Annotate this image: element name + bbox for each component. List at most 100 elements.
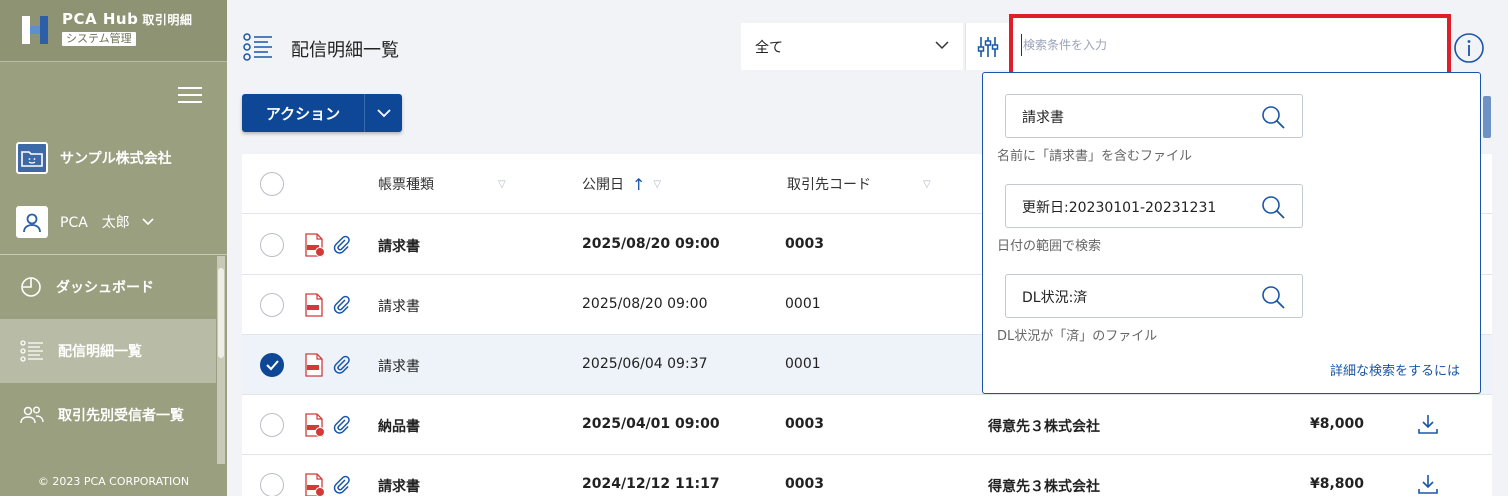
row-checkbox[interactable] (260, 293, 284, 317)
search-icon (1262, 106, 1285, 129)
table-row[interactable]: 納品書 2025/04/01 09:00 0003 得意先３株式会社 ¥8,000 (242, 395, 1492, 455)
sidebar: PCA Hub 取引明細 システム管理 サンプル株式会社 PCA 太郎 ダッシュボ… (0, 0, 227, 496)
list-icon (243, 33, 272, 61)
sidebar-scrollbar[interactable] (217, 256, 225, 464)
cell-type: 請求書 (378, 359, 420, 375)
search-icon (1262, 286, 1285, 309)
pdf-file-icon[interactable] (304, 353, 326, 377)
scrollbar-thumb[interactable] (218, 268, 224, 358)
attachment-icon[interactable] (332, 235, 352, 255)
pdf-file-icon[interactable] (304, 233, 326, 257)
page-title: 配信明細一覧 (291, 40, 399, 61)
pdf-file-icon[interactable] (304, 293, 326, 317)
copyright: © 2023 PCA CORPORATION (37, 475, 190, 488)
list-icon (20, 340, 43, 362)
row-checkbox[interactable] (260, 353, 284, 377)
cell-date: 2025/08/20 09:00 (582, 236, 720, 252)
pdf-file-icon[interactable] (304, 413, 326, 437)
cell-date: 2025/04/01 09:00 (582, 416, 720, 432)
chevron-down-icon: ▽ (923, 178, 931, 190)
row-checkbox[interactable] (260, 233, 284, 257)
cell-amount: ¥8,800 (1310, 476, 1365, 492)
row-checkbox[interactable] (260, 473, 284, 496)
company-folder-icon (16, 142, 48, 174)
cell-partner: 得意先３株式会社 (988, 479, 1100, 495)
attachment-icon[interactable] (332, 355, 352, 375)
check-icon (266, 360, 279, 371)
action-button[interactable]: アクション (242, 94, 402, 132)
sidebar-item-label: 取引先別受信者一覧 (58, 408, 184, 424)
suggestion-hint: 名前に「請求書」を含むファイル (997, 149, 1193, 164)
suggestion-hint: 日付の範囲で検索 (997, 239, 1102, 254)
cell-code: 0003 (785, 416, 824, 432)
column-header-code[interactable]: 取引先コード ▽ (787, 174, 931, 194)
column-header-date[interactable]: 公開日 ↑ ▽ (582, 174, 661, 194)
system-badge: システム管理 (62, 32, 136, 46)
menu-toggle-button[interactable] (178, 84, 202, 106)
app-name: PCA Hub 取引明細 (62, 10, 193, 28)
search-field-highlight (1009, 14, 1451, 76)
clock-icon (21, 277, 41, 297)
filter-value: 全て (755, 39, 783, 56)
download-icon[interactable] (1416, 472, 1440, 496)
sidebar-item-dashboard[interactable]: ダッシュボード (0, 255, 216, 319)
download-icon[interactable] (1416, 412, 1440, 436)
column-header-type[interactable]: 帳票種類 ▽ (378, 174, 506, 194)
cell-type: 請求書 (378, 479, 420, 495)
filter-select[interactable]: 全て (741, 23, 963, 70)
cell-date: 2025/08/20 09:00 (582, 296, 708, 312)
chevron-down-icon: ▽ (498, 178, 506, 190)
logo-area: PCA Hub 取引明細 システム管理 (0, 0, 227, 62)
action-label: アクション (265, 104, 341, 123)
cell-date: 2025/06/04 09:37 (582, 356, 708, 372)
cell-code: 0003 (785, 236, 824, 252)
users-icon (20, 406, 44, 424)
sidebar-item-delivery-list[interactable]: 配信明細一覧 (0, 319, 216, 383)
cell-type: 請求書 (378, 299, 420, 315)
attachment-icon[interactable] (332, 475, 352, 495)
cell-code: 0001 (785, 356, 821, 372)
toolbar-edge-button[interactable] (1483, 96, 1491, 138)
search-suggestions: 請求書 名前に「請求書」を含むファイル 更新日:20230101-2023123… (982, 72, 1481, 394)
sidebar-item-label: 配信明細一覧 (58, 344, 142, 360)
filter-settings-button[interactable] (965, 23, 1009, 70)
chevron-down-icon: ▽ (653, 178, 662, 190)
select-all-checkbox[interactable] (260, 172, 284, 196)
sidebar-item-recipients[interactable]: 取引先別受信者一覧 (0, 383, 216, 447)
user-menu[interactable]: PCA 太郎 (16, 206, 154, 238)
suggestion-item[interactable]: DL状況:済 (1005, 274, 1303, 318)
attachment-icon[interactable] (332, 415, 352, 435)
cell-partner: 得意先３株式会社 (988, 419, 1100, 435)
sort-up-icon: ↑ (632, 174, 646, 194)
user-avatar-icon (16, 206, 48, 238)
table-row[interactable]: 請求書 2024/12/12 11:17 0003 得意先３株式会社 ¥8,800 (242, 455, 1492, 496)
cell-type: 請求書 (378, 239, 420, 255)
cell-code: 0001 (785, 296, 821, 312)
chevron-down-icon (935, 41, 949, 50)
suggestion-item[interactable]: 請求書 (1005, 94, 1303, 138)
info-icon[interactable] (1453, 32, 1485, 64)
search-icon (1262, 196, 1285, 219)
cell-date: 2024/12/12 11:17 (582, 476, 720, 492)
pdf-file-icon[interactable] (304, 473, 326, 496)
search-input[interactable] (1023, 32, 1433, 58)
action-dropdown-toggle[interactable] (364, 94, 402, 132)
sliders-icon (977, 36, 998, 57)
cell-code: 0003 (785, 476, 824, 492)
attachment-icon[interactable] (332, 295, 352, 315)
suggestion-item[interactable]: 更新日:20230101-20231231 (1005, 184, 1303, 228)
cell-type: 納品書 (378, 419, 420, 435)
cell-amount: ¥8,000 (1310, 416, 1365, 432)
chevron-down-icon (376, 109, 391, 118)
hamburger-icon (178, 87, 202, 89)
sidebar-item-label: ダッシュボード (56, 280, 154, 296)
row-checkbox[interactable] (260, 413, 284, 437)
advanced-search-link[interactable]: 詳細な検索をするには (1330, 360, 1460, 379)
company-selector[interactable]: サンプル株式会社 (16, 142, 172, 174)
suggestion-hint: DL状況が「済」のファイル (997, 329, 1158, 344)
chevron-down-icon (142, 218, 154, 226)
company-name: サンプル株式会社 (60, 151, 172, 167)
pca-logo-icon (22, 16, 48, 44)
text-caret (1021, 34, 1022, 56)
user-name: PCA 太郎 (60, 215, 130, 231)
